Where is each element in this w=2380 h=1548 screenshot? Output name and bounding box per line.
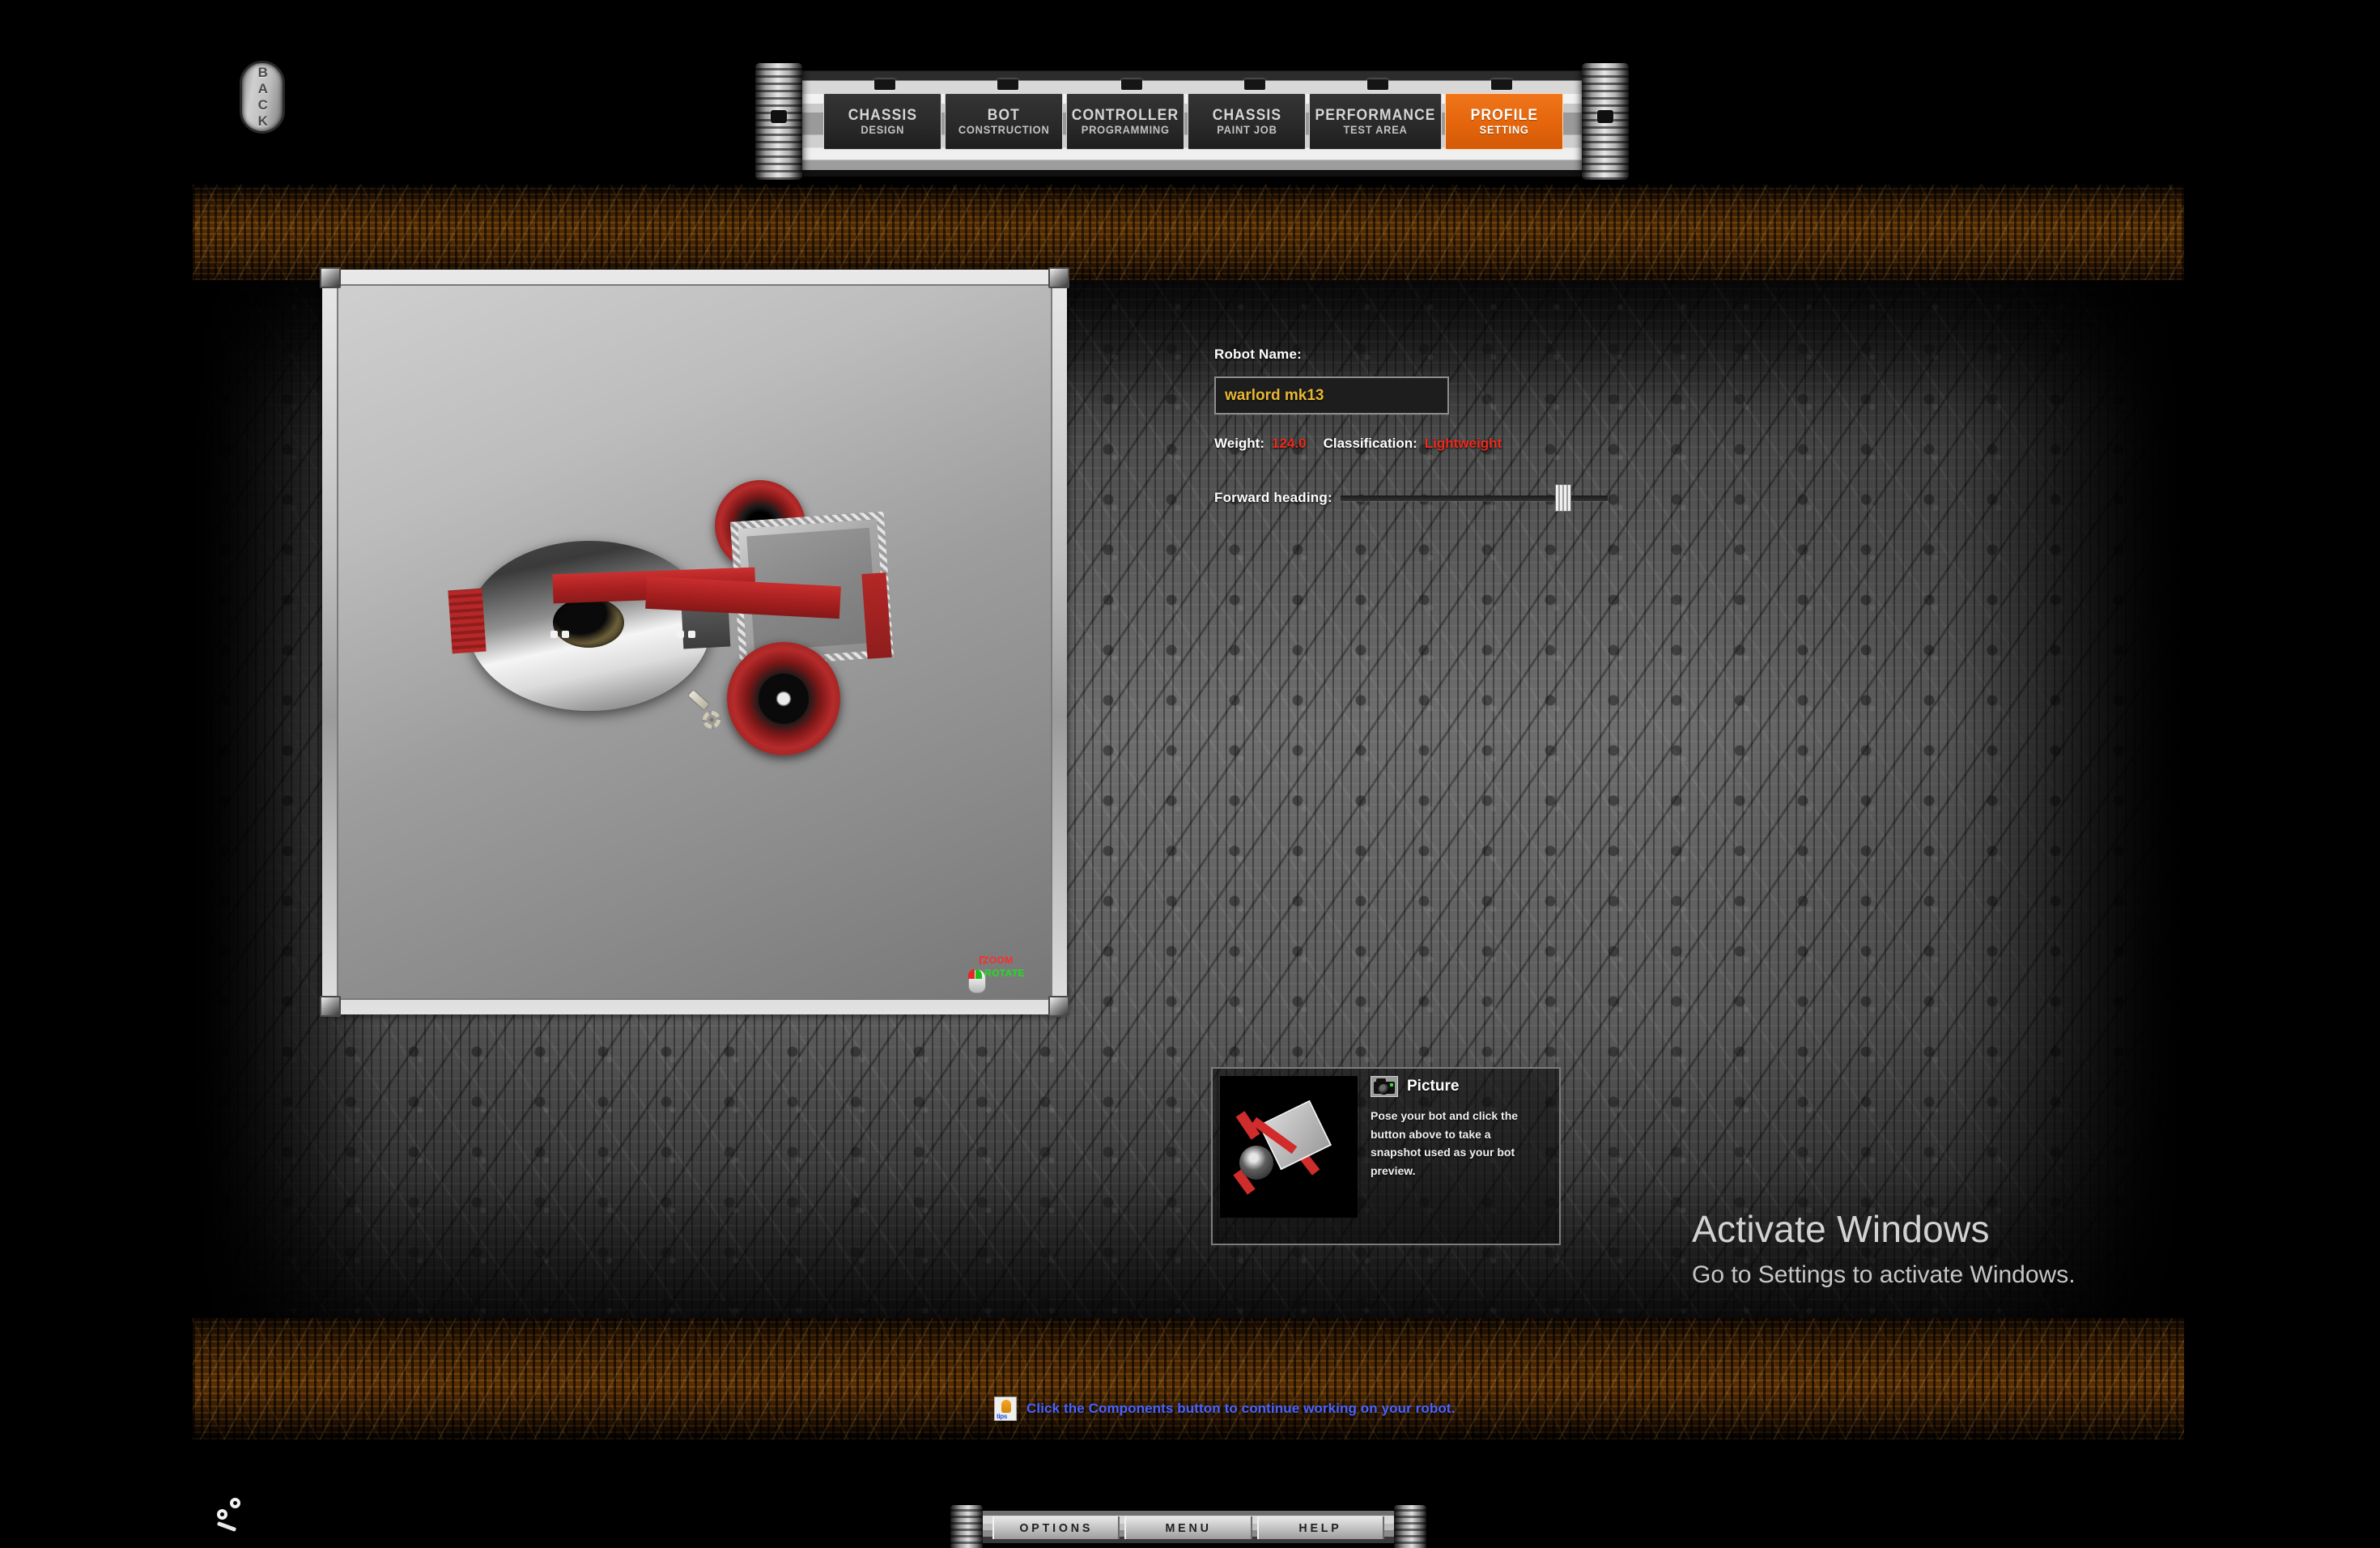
nav-screw-row xyxy=(823,79,1563,91)
robot-vertex-marker xyxy=(688,631,695,638)
viewport-corner-bracket xyxy=(1048,996,1069,1017)
bottom-bar-right-endcap xyxy=(1394,1505,1426,1548)
robot-stats-row: Weight: 124.0 Classification: Lightweigh… xyxy=(1214,436,1716,452)
picture-panel: Picture Pose your bot and click the butt… xyxy=(1211,1067,1561,1245)
tab-chassis-paint-job[interactable]: CHASSIS PAINT JOB xyxy=(1187,93,1306,150)
back-button[interactable]: BACK xyxy=(240,61,285,134)
bottom-button-label: OPTIONS xyxy=(1019,1520,1094,1535)
profile-settings-form: Robot Name: warlord mk13 Weight: 124.0 C… xyxy=(1214,347,1716,512)
wrench-cursor-icon xyxy=(686,690,722,730)
nav-left-endcap xyxy=(755,63,802,180)
robot-spinner-hub xyxy=(553,598,624,648)
viewport-corner-bracket xyxy=(1048,267,1069,288)
top-orange-circuit-strip xyxy=(193,185,2184,280)
lightbulb-tips-icon: tips xyxy=(994,1397,1017,1421)
rotate-hint-label: ROTATE xyxy=(984,968,1025,979)
classification-value: Lightweight xyxy=(1424,436,1502,451)
bottom-bar-left-endcap xyxy=(950,1505,983,1548)
classification-label: Classification: xyxy=(1323,436,1417,451)
corner-decoration-mark xyxy=(216,1496,266,1532)
nav-tab-line1: CONTROLLER xyxy=(1071,107,1179,125)
nav-tab-line2: PROGRAMMING xyxy=(1081,122,1170,136)
robot-vertex-marker xyxy=(562,631,569,638)
nav-tab-list: CHASSIS DESIGN BOT CONSTRUCTION CONTROLLER PR… xyxy=(823,93,1563,150)
tips-message: Click the Components button to continue … xyxy=(1026,1401,1456,1416)
tips-icon-label: tips xyxy=(997,1413,1008,1420)
nav-tab-line2: CONSTRUCTION xyxy=(958,122,1050,136)
nav-tab-line1: CHASSIS xyxy=(848,107,917,125)
forward-heading-row: Forward heading: xyxy=(1214,484,1716,512)
app-root: BACK CHASSIS DESIGN BOT CONSTRUCTION CONTROL… xyxy=(0,0,2380,1548)
nav-tab-line1: PROFILE xyxy=(1470,107,1538,125)
nav-tab-line1: PERFORMANCE xyxy=(1315,107,1436,125)
windows-activation-watermark: Activate Windows Go to Settings to activ… xyxy=(1692,1206,2145,1291)
forward-heading-label: Forward heading: xyxy=(1214,490,1332,505)
picture-panel-description: Pose your bot and click the button above… xyxy=(1371,1109,1519,1178)
robot-vertex-marker xyxy=(550,631,558,638)
watermark-title: Activate Windows xyxy=(1692,1208,1990,1250)
bot-preview-thumbnail xyxy=(1220,1076,1358,1218)
tab-bot-construction[interactable]: BOT CONSTRUCTION xyxy=(944,93,1063,150)
bottom-button-label: HELP xyxy=(1298,1520,1342,1535)
nav-tab-line1: CHASSIS xyxy=(1212,107,1281,125)
robot-name-value: warlord mk13 xyxy=(1225,386,1324,404)
robot-name-label: Robot Name: xyxy=(1214,347,1302,362)
robot-vertex-marker xyxy=(677,631,684,638)
bottom-bar-items: OPTIONS MENU HELP xyxy=(992,1516,1384,1539)
picture-panel-title: Picture xyxy=(1407,1078,1460,1095)
robot-left-blade xyxy=(448,588,487,654)
picture-panel-header: Picture xyxy=(1371,1076,1552,1097)
tab-performance-test-area[interactable]: PERFORMANCE TEST AREA xyxy=(1308,93,1442,150)
bottom-button-options[interactable]: OPTIONS xyxy=(992,1516,1120,1539)
robot-wheel-front xyxy=(727,642,840,755)
picture-panel-body: Picture Pose your bot and click the butt… xyxy=(1371,1076,1552,1236)
back-button-label: BACK xyxy=(255,65,271,130)
bot-preview-viewport[interactable]: ZOOM ROTATE xyxy=(320,267,1069,1017)
mouse-left-button xyxy=(968,969,975,979)
main-navigation-bar: CHASSIS DESIGN BOT CONSTRUCTION CONTROLLER PR… xyxy=(755,63,1629,180)
tab-profile-setting[interactable]: PROFILE SETTING xyxy=(1444,93,1563,150)
slider-thumb[interactable] xyxy=(1554,484,1571,512)
bottom-button-menu[interactable]: MENU xyxy=(1124,1516,1252,1539)
bottom-orange-circuit-strip xyxy=(193,1318,2184,1440)
weight-value: 124.0 xyxy=(1272,436,1307,451)
viewport-corner-bracket xyxy=(320,996,341,1017)
nav-tab-line2: SETTING xyxy=(1479,122,1529,136)
nav-tab-line2: DESIGN xyxy=(861,122,904,136)
forward-heading-slider[interactable] xyxy=(1340,484,1608,512)
weight-label: Weight: xyxy=(1214,436,1265,451)
tips-status-bar: tips Click the Components button to cont… xyxy=(994,1397,1455,1421)
viewport-corner-bracket xyxy=(320,267,341,288)
tab-chassis-design[interactable]: CHASSIS DESIGN xyxy=(823,93,941,150)
tab-controller-programming[interactable]: CONTROLLER PROGRAMMING xyxy=(1065,93,1184,150)
robot-name-input[interactable]: warlord mk13 xyxy=(1214,376,1449,415)
mouse-control-hint: ZOOM ROTATE xyxy=(937,955,1043,993)
camera-icon[interactable] xyxy=(1371,1076,1398,1097)
nav-tab-line2: TEST AREA xyxy=(1343,122,1408,136)
zoom-hint-label: ZOOM xyxy=(983,955,1014,966)
bottom-menu-bar: OPTIONS MENU HELP xyxy=(950,1505,1426,1548)
viewport-canvas[interactable]: ZOOM ROTATE xyxy=(337,284,1052,1000)
watermark-subtitle: Go to Settings to activate Windows. xyxy=(1692,1261,2076,1288)
nav-right-endcap xyxy=(1582,63,1629,180)
nav-tab-line1: BOT xyxy=(987,107,1021,125)
bottom-button-label: MENU xyxy=(1165,1520,1212,1535)
nav-tab-line2: PAINT JOB xyxy=(1216,122,1277,136)
bottom-button-help[interactable]: HELP xyxy=(1256,1516,1384,1539)
